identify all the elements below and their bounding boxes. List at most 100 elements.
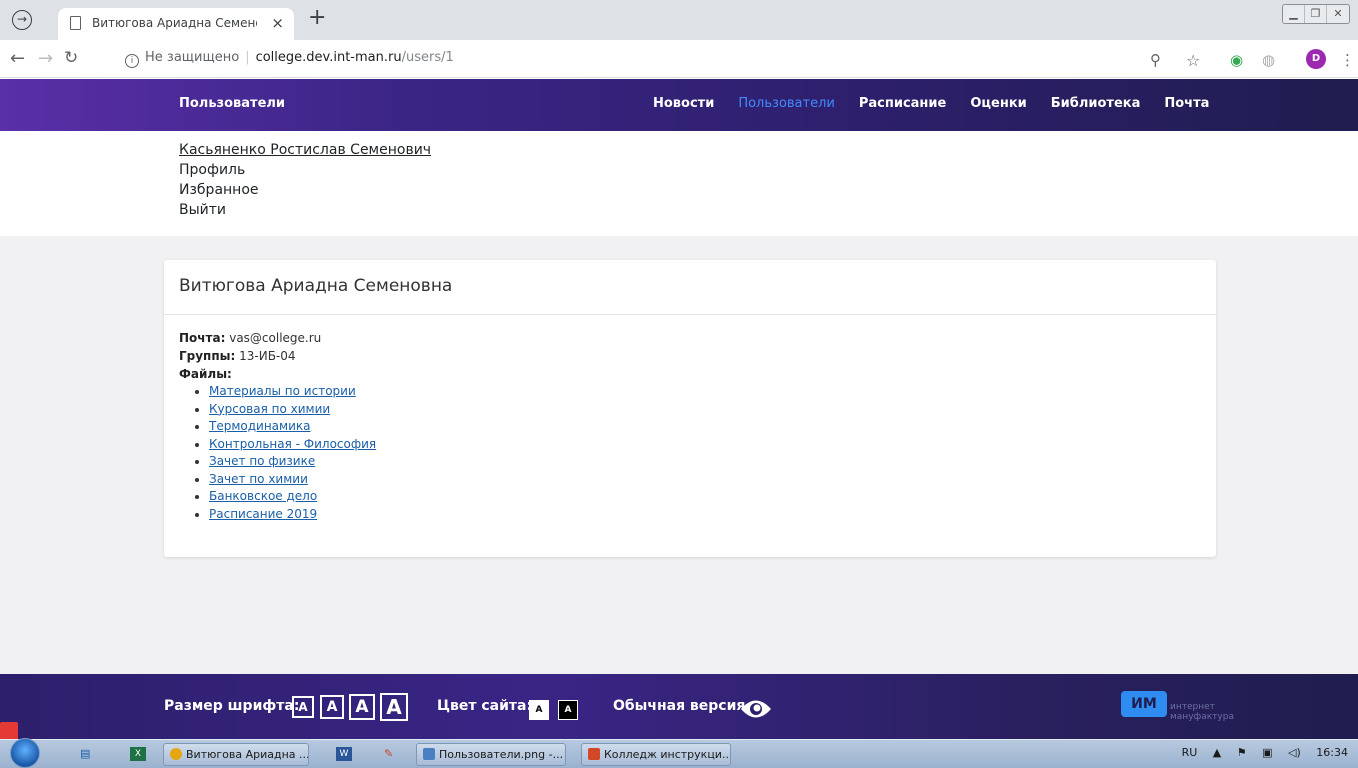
explorer-icon[interactable]: ▤: [80, 743, 90, 765]
network-icon[interactable]: ▣: [1262, 746, 1272, 759]
taskbar-task-chrome[interactable]: Витюгова Ариадна ...: [163, 743, 309, 766]
im-text-1: интернет: [1170, 702, 1215, 712]
email-label: Почта:: [179, 331, 226, 345]
list-item: Расписание 2019: [209, 506, 1201, 524]
url-host: college.dev.int-man.ru: [255, 50, 402, 65]
nav-grades[interactable]: Оценки: [970, 96, 1026, 111]
list-item: Контрольная - Философия: [209, 436, 1201, 454]
im-text-2: мануфактура: [1170, 712, 1234, 722]
tab-search-icon[interactable]: →: [12, 10, 32, 30]
groups-value: 13-ИБ-04: [239, 349, 296, 363]
groups-label: Группы:: [179, 349, 236, 363]
not-secure-label: Не защищено: [145, 50, 240, 65]
file-link[interactable]: Банковское дело: [209, 489, 317, 503]
font-size-xlarge-button[interactable]: A: [380, 693, 408, 721]
snagit-icon[interactable]: [0, 722, 18, 740]
list-item: Курсовая по химии: [209, 401, 1201, 419]
file-link[interactable]: Зачет по физике: [209, 454, 315, 468]
current-user-link[interactable]: Касьяненко Ростислав Семенович: [179, 140, 431, 160]
address-bar[interactable]: i Не защищено | college.dev.int-man.ru/user…: [125, 50, 454, 68]
list-item: Зачет по химии: [209, 471, 1201, 489]
volume-icon[interactable]: ◁): [1288, 746, 1301, 759]
minimize-icon[interactable]: ▁: [1283, 5, 1305, 23]
menu-profile[interactable]: Профиль: [179, 160, 431, 180]
site-brand[interactable]: Пользователи: [179, 96, 285, 111]
font-size-medium-button[interactable]: A: [320, 695, 344, 719]
nav-schedule[interactable]: Расписание: [859, 96, 946, 111]
page-icon: [70, 16, 81, 30]
url-separator: |: [245, 50, 250, 65]
color-black-button[interactable]: A: [558, 700, 578, 720]
files-list: Материалы по истории Курсовая по химии Т…: [209, 383, 1201, 523]
site-footer: Размер шрифта: A A A A Цвет сайта: A A О…: [0, 674, 1358, 739]
site-color-label: Цвет сайта:: [437, 698, 533, 714]
menu-logout[interactable]: Выйти: [179, 200, 431, 220]
new-tab-button[interactable]: +: [308, 5, 326, 30]
flag-icon[interactable]: ⚑: [1237, 746, 1247, 759]
clock[interactable]: 16:34: [1316, 746, 1348, 759]
close-window-icon[interactable]: ✕: [1327, 5, 1349, 23]
tab-title: Витюгова Ариадна Семеновна: [92, 16, 257, 30]
font-size-label: Размер шрифта:: [164, 698, 300, 714]
font-size-large-button[interactable]: A: [349, 694, 375, 720]
main-nav: Новости Пользователи Расписание Оценки Б…: [653, 96, 1233, 111]
task-label: Колледж инструкци...: [604, 748, 731, 761]
email-value: vas@college.ru: [229, 331, 322, 345]
site-header: Пользователи Новости Пользователи Распис…: [0, 79, 1358, 131]
list-item: Термодинамика: [209, 418, 1201, 436]
task-label: Пользователи.png -...: [439, 748, 564, 761]
im-logo[interactable]: ИМ: [1121, 691, 1167, 717]
normal-version-link[interactable]: Обычная версия: [613, 698, 745, 714]
paint-icon[interactable]: ✎: [384, 743, 393, 765]
back-arrow-icon[interactable]: ←: [10, 48, 25, 69]
list-item: Банковское дело: [209, 488, 1201, 506]
user-menu: Касьяненко Ростислав Семенович Профиль И…: [179, 140, 431, 220]
extension-green-icon[interactable]: ◉: [1230, 51, 1243, 69]
nav-mail[interactable]: Почта: [1164, 96, 1209, 111]
user-card: Витюгова Ариадна Семеновна Почта: vas@co…: [164, 260, 1216, 557]
file-link[interactable]: Расписание 2019: [209, 507, 317, 521]
forward-arrow-icon[interactable]: →: [38, 48, 53, 69]
start-button-icon[interactable]: [10, 738, 40, 768]
file-link[interactable]: Зачет по химии: [209, 472, 308, 486]
chrome-icon: [170, 748, 182, 760]
bookmark-star-icon[interactable]: ☆: [1186, 51, 1200, 70]
nav-users[interactable]: Пользователи: [738, 96, 835, 111]
zoom-icon[interactable]: ⚲: [1150, 51, 1161, 69]
files-row: Файлы:: [179, 365, 1201, 383]
groups-row: Группы: 13-ИБ-04: [179, 347, 1201, 365]
nav-news[interactable]: Новости: [653, 96, 714, 111]
word-icon[interactable]: W: [336, 747, 352, 761]
file-link[interactable]: Термодинамика: [209, 419, 310, 433]
image-viewer-icon: [423, 748, 435, 760]
nav-library[interactable]: Библиотека: [1051, 96, 1141, 111]
file-link[interactable]: Курсовая по химии: [209, 402, 330, 416]
excel-icon[interactable]: X: [130, 747, 146, 761]
eye-icon[interactable]: [740, 698, 772, 720]
info-icon[interactable]: i: [125, 54, 139, 68]
language-indicator[interactable]: RU: [1182, 746, 1198, 759]
card-body: Почта: vas@college.ru Группы: 13-ИБ-04 Ф…: [164, 315, 1216, 537]
tab-close-icon[interactable]: ×: [271, 14, 284, 32]
menu-favorites[interactable]: Избранное: [179, 180, 431, 200]
extension-globe-icon[interactable]: ◍: [1262, 51, 1275, 69]
list-item: Зачет по физике: [209, 453, 1201, 471]
font-size-small-button[interactable]: A: [292, 696, 314, 718]
taskbar-task-image[interactable]: Пользователи.png -...: [416, 743, 566, 766]
menu-dots-icon[interactable]: ⋮: [1340, 51, 1355, 69]
tray-expand-icon[interactable]: ▲: [1213, 746, 1221, 759]
file-link[interactable]: Контрольная - Философия: [209, 437, 376, 451]
powerpoint-icon: [588, 748, 600, 760]
color-white-button[interactable]: A: [529, 700, 549, 720]
list-item: Материалы по истории: [209, 383, 1201, 401]
reload-icon[interactable]: ↻: [64, 48, 78, 68]
profile-avatar[interactable]: D: [1306, 49, 1326, 69]
email-row: Почта: vas@college.ru: [179, 329, 1201, 347]
files-label: Файлы:: [179, 367, 232, 381]
restore-icon[interactable]: ❐: [1305, 5, 1327, 23]
im-logo-text: интернет мануфактура: [1170, 702, 1234, 722]
taskbar-task-powerpoint[interactable]: Колледж инструкци...: [581, 743, 731, 766]
url-path: /users/1: [401, 50, 454, 65]
file-link[interactable]: Материалы по истории: [209, 384, 356, 398]
browser-tab[interactable]: Витюгова Ариадна Семеновна ×: [58, 8, 294, 40]
